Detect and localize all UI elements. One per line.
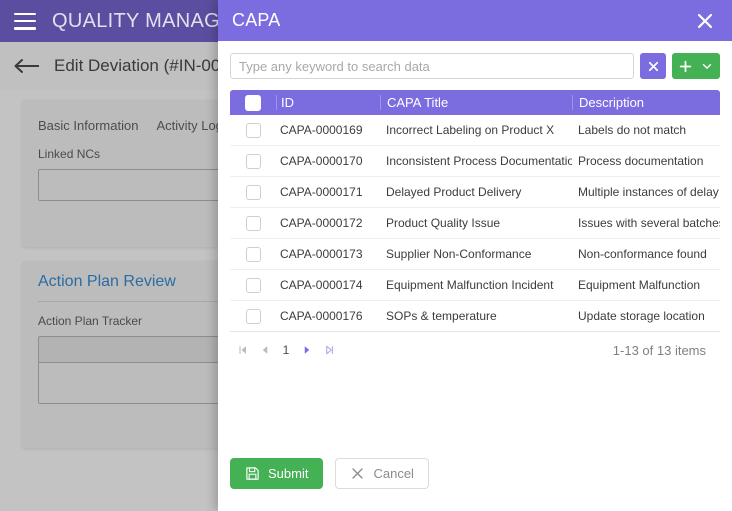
cell-id: CAPA-0000169 [280,123,363,137]
search-toolbar [230,53,720,79]
modal-footer: Submit Cancel [218,458,732,511]
row-select-cell [230,215,276,231]
cell-id: CAPA-0000173 [280,247,363,261]
checkbox-select-all[interactable] [245,94,261,111]
cell-capa-title: Inconsistent Process Documentation [386,154,572,168]
cell-description: Equipment Malfunction [578,278,701,292]
checkbox-row-CAPA-0000170[interactable] [245,153,261,169]
grid-header-row: ID CAPA Title Description [230,90,720,115]
column-header-description[interactable]: Description [572,95,720,110]
cell-description: Issues with several batches [578,216,720,230]
back-arrow-icon[interactable] [14,58,40,74]
cell-description: Update storage location [578,309,705,323]
cancel-button-label: Cancel [373,466,414,481]
cell-description: Process documentation [578,154,704,168]
checkbox-row-CAPA-0000173[interactable] [245,246,261,262]
plus-icon[interactable] [678,59,693,74]
submit-button-label: Submit [268,466,309,481]
modal-title: CAPA [232,10,281,30]
row-select-cell [230,153,276,169]
last-page-icon[interactable] [318,339,340,361]
modal-body: ID CAPA Title Description CAPA-0000169 In… [218,41,732,458]
checkbox-row-CAPA-0000169[interactable] [245,122,261,138]
pagination: 1 1-13 of 13 items [230,334,720,366]
clear-x-icon [648,61,658,71]
prev-page-icon[interactable] [254,339,276,361]
clear-search-button[interactable] [640,53,666,79]
table-row[interactable]: CAPA-0000176 SOPs & temperature Update sto… [230,301,720,332]
cell-capa-title: Delayed Product Delivery [386,185,522,199]
checkbox-row-CAPA-0000176[interactable] [245,308,261,324]
table-row[interactable]: CAPA-0000169 Incorrect Labeling on Produc… [230,115,720,146]
tab-basic-information[interactable]: Basic Information [38,118,138,133]
cell-id: CAPA-0000172 [280,216,363,230]
next-page-icon[interactable] [296,339,318,361]
cell-description: Multiple instances of delay [578,185,719,199]
table-row[interactable]: CAPA-0000173 Supplier Non-Conformance Non-… [230,239,720,270]
select-all-cell [230,94,276,111]
cell-description: Non-conformance found [578,247,707,261]
add-button-group[interactable] [672,53,720,79]
column-header-id[interactable]: ID [276,95,380,110]
hamburger-menu-icon[interactable] [14,12,36,30]
pagination-info: 1-13 of 13 items [612,342,706,358]
row-select-cell [230,308,276,324]
table-row[interactable]: CAPA-0000170 Inconsistent Process Documen… [230,146,720,177]
cell-id: CAPA-0000170 [280,154,363,168]
cell-capa-title: Incorrect Labeling on Product X [386,123,555,137]
grid-body: CAPA-0000169 Incorrect Labeling on Produc… [230,115,720,332]
tab-activity-log[interactable]: Activity Log [156,118,222,133]
cell-id: CAPA-0000174 [280,278,363,292]
cell-capa-title: Product Quality Issue [386,216,501,230]
cancel-x-icon [352,468,364,479]
table-row[interactable]: CAPA-0000174 Equipment Malfunction Incide… [230,270,720,301]
table-row[interactable]: CAPA-0000172 Product Quality Issue Issues … [230,208,720,239]
checkbox-row-CAPA-0000174[interactable] [245,277,261,293]
capa-modal: CAPA Type any keyword to search data ID … [218,0,732,511]
cell-capa-title: Supplier Non-Conformance [386,247,532,261]
row-select-cell [230,122,276,138]
submit-button[interactable]: Submit [230,458,324,489]
table-row[interactable]: CAPA-0000171 Delayed Product Delivery Mult… [230,177,720,208]
save-icon [246,467,259,480]
checkbox-row-CAPA-0000172[interactable] [245,215,261,231]
first-page-icon[interactable] [232,339,254,361]
checkbox-row-CAPA-0000171[interactable] [245,184,261,200]
column-header-capa-title[interactable]: CAPA Title [380,95,572,110]
row-select-cell [230,277,276,293]
cancel-button[interactable]: Cancel [335,458,429,489]
chevron-down-icon[interactable] [700,59,714,73]
cell-description: Labels do not match [578,123,687,137]
page-number-1[interactable]: 1 [276,343,296,357]
cell-id: CAPA-0000171 [280,185,363,199]
search-input[interactable] [230,53,634,79]
capa-grid: ID CAPA Title Description CAPA-0000169 In… [230,90,720,332]
row-select-cell [230,246,276,262]
cell-capa-title: SOPs & temperature [386,309,497,323]
close-icon[interactable] [692,8,718,34]
cell-id: CAPA-0000176 [280,309,363,323]
modal-header: CAPA [218,0,732,41]
cell-capa-title: Equipment Malfunction Incident [386,278,554,292]
row-select-cell [230,184,276,200]
page-title: Edit Deviation (#IN-000 [54,56,230,75]
